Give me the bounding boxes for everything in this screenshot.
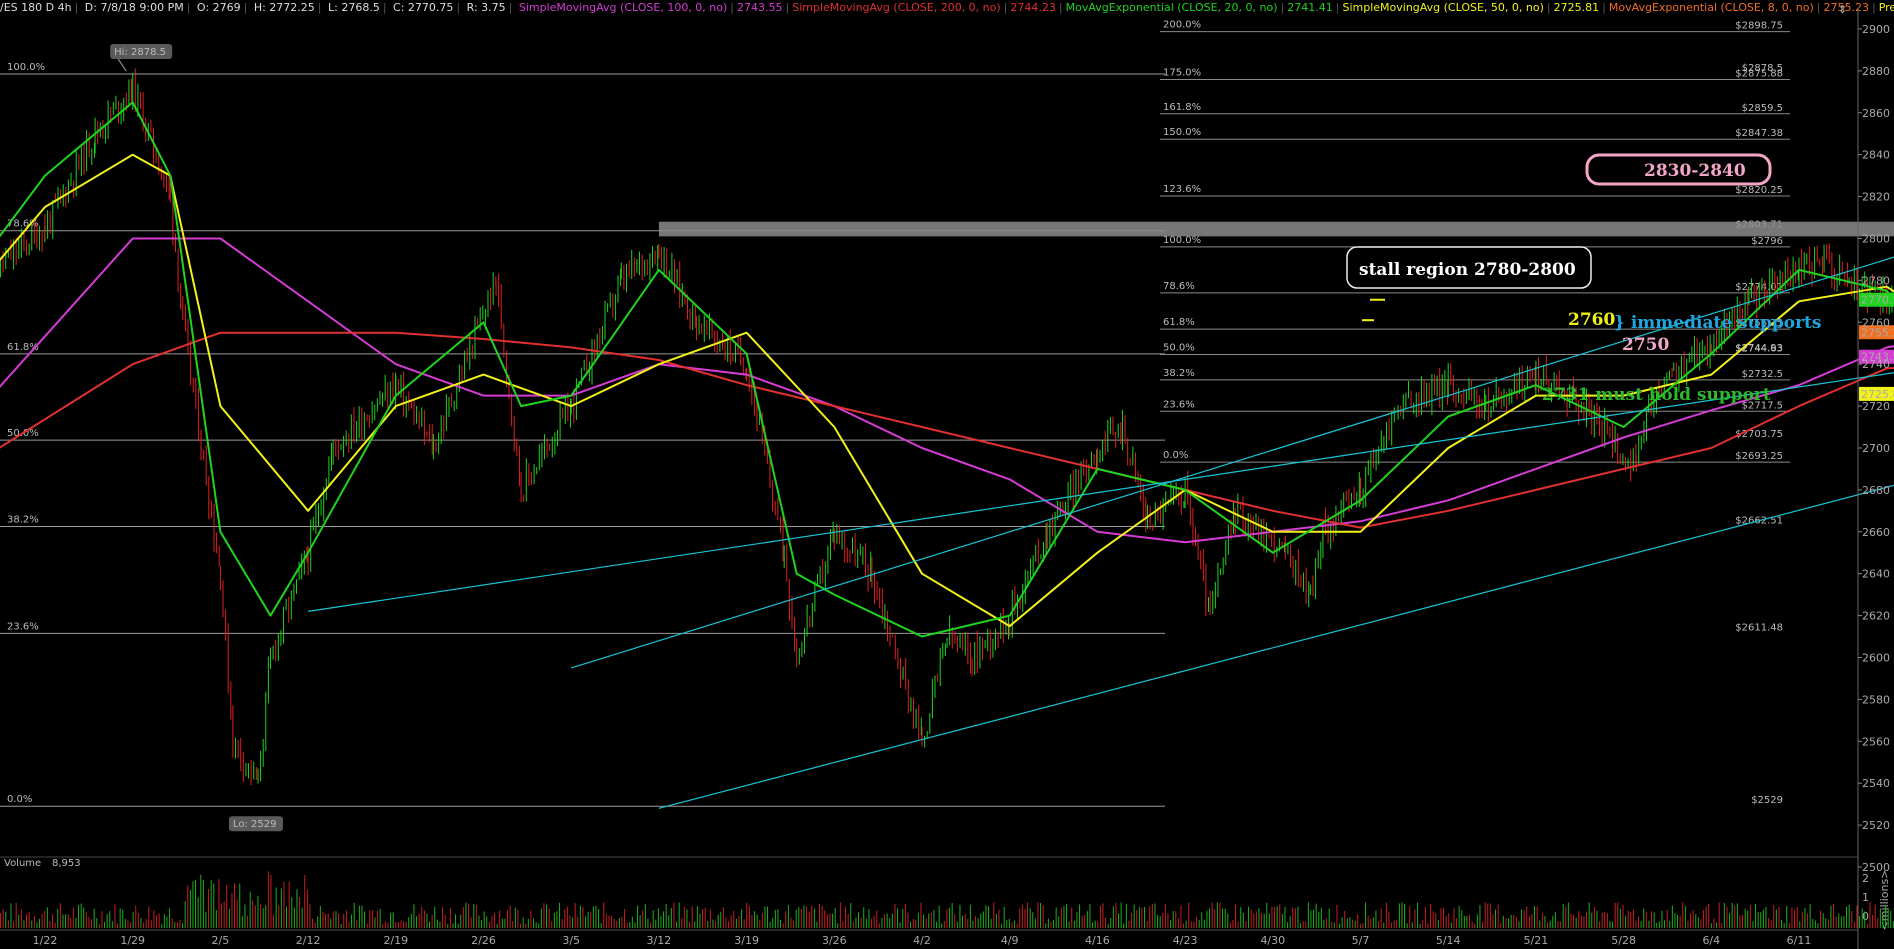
price-chart[interactable]: 100.0%78.6%61.8%50.0%38.2%23.6%0.0%200.0… bbox=[0, 0, 1894, 949]
x-tick-label: 5/7 bbox=[1352, 934, 1370, 947]
price-level-label: $2875.88 bbox=[1735, 68, 1783, 79]
fib-label: 0.0% bbox=[7, 794, 32, 805]
y-tick-label: 2860 bbox=[1862, 107, 1890, 120]
x-tick-label: 1/22 bbox=[33, 934, 58, 947]
y-tick-label: 2700 bbox=[1862, 442, 1890, 455]
x-tick-label: 2/19 bbox=[383, 934, 408, 947]
axis-toggle-icon: ⇕ bbox=[1838, 3, 1847, 16]
fib-label: 100.0% bbox=[1163, 235, 1201, 246]
x-tick-label: 4/9 bbox=[1001, 934, 1019, 947]
y-tick-label: 2500 bbox=[1862, 861, 1890, 874]
y-tick-label: 2820 bbox=[1862, 191, 1890, 204]
y-tick-label: 2640 bbox=[1862, 568, 1890, 581]
price-level-label: $2693.25 bbox=[1735, 451, 1783, 462]
fib-label: 175.0% bbox=[1163, 67, 1201, 78]
price-level-label: $2847.38 bbox=[1735, 128, 1783, 139]
fib-label: 0.0% bbox=[1163, 450, 1188, 461]
y-tick-label: 2580 bbox=[1862, 693, 1890, 706]
level-2750-label: 2750 bbox=[1622, 335, 1669, 355]
x-tick-label: 3/12 bbox=[647, 934, 672, 947]
x-tick-label: 3/5 bbox=[562, 934, 580, 947]
immediate-supports-label: } immediate supports bbox=[1614, 313, 1821, 333]
y-tick-label: 2660 bbox=[1862, 526, 1890, 539]
x-tick-label: 3/19 bbox=[734, 934, 759, 947]
price-level-label: $2611.48 bbox=[1735, 622, 1783, 633]
hi-label: Hi: 2878.5 bbox=[114, 47, 166, 58]
y-tick-label: 2780 bbox=[1862, 274, 1890, 287]
fib-label: 23.6% bbox=[1163, 399, 1195, 410]
x-tick-label: 2/5 bbox=[212, 934, 230, 947]
x-tick-label: 4/2 bbox=[913, 934, 931, 947]
x-tick-label: 3/26 bbox=[822, 934, 847, 947]
x-tick-label: 2/12 bbox=[296, 934, 321, 947]
y-tick-label: 2560 bbox=[1862, 735, 1890, 748]
price-level-label: $2859.5 bbox=[1742, 103, 1783, 114]
price-level-label: $2703.75 bbox=[1735, 429, 1783, 440]
fib-label: 23.6% bbox=[7, 621, 39, 632]
stall-region-label: stall region 2780-2800 bbox=[1359, 260, 1576, 280]
x-tick-label: 5/28 bbox=[1611, 934, 1636, 947]
channel-line bbox=[658, 484, 1894, 809]
fib-label: 123.6% bbox=[1163, 184, 1201, 195]
fib-label: 150.0% bbox=[1163, 127, 1201, 138]
y-tick-label: 2800 bbox=[1862, 232, 1890, 245]
volume-value: 8,953 bbox=[52, 858, 81, 869]
y-tick-label: 2540 bbox=[1862, 777, 1890, 790]
y-tick-label: 2520 bbox=[1862, 819, 1890, 832]
fib-label: 161.8% bbox=[1163, 102, 1201, 113]
price-level-label: $2820.25 bbox=[1735, 185, 1783, 196]
y-tick-label: 2600 bbox=[1862, 651, 1890, 664]
y-tick-label: 2620 bbox=[1862, 610, 1890, 623]
fib-label: 100.0% bbox=[7, 62, 45, 73]
y-tick-label: 2740 bbox=[1862, 358, 1890, 371]
price-badge-label: 2770.75 bbox=[1861, 294, 1894, 307]
x-tick-label: 2/26 bbox=[471, 934, 496, 947]
price-level-label: $2898.75 bbox=[1735, 21, 1783, 32]
fib-label: 38.2% bbox=[1163, 368, 1195, 379]
level-2760-label: 2760 bbox=[1568, 310, 1615, 330]
fib-label: 200.0% bbox=[1163, 20, 1201, 31]
y-tick-label: 2760 bbox=[1862, 316, 1890, 329]
x-tick-label: 4/30 bbox=[1260, 934, 1285, 947]
x-tick-label: 1/29 bbox=[120, 934, 145, 947]
y-tick-label: 2900 bbox=[1862, 23, 1890, 36]
fib-label: 50.0% bbox=[1163, 342, 1195, 353]
x-tick-label: 6/4 bbox=[1702, 934, 1720, 947]
x-tick-label: 5/21 bbox=[1524, 934, 1549, 947]
fib-label: 38.2% bbox=[7, 515, 39, 526]
price-level-label: $2529 bbox=[1751, 795, 1783, 806]
must-hold-label: 2731 must hold support bbox=[1542, 385, 1771, 405]
hi-pointer bbox=[117, 58, 127, 72]
price-level-label: $2796 bbox=[1751, 236, 1783, 247]
y-tick-label: 2680 bbox=[1862, 484, 1890, 497]
y-tick-label: 2880 bbox=[1862, 65, 1890, 78]
x-tick-label: 6/11 bbox=[1787, 934, 1812, 947]
x-tick-label: 4/23 bbox=[1173, 934, 1198, 947]
y-tick-label: 2720 bbox=[1862, 400, 1890, 413]
fib-label: 61.8% bbox=[1163, 317, 1195, 328]
resistance-zone bbox=[658, 221, 1894, 237]
volume-tick-label: 1 bbox=[1862, 891, 1869, 904]
price-badge-label: 2725.81 bbox=[1861, 388, 1894, 401]
volume-label: Volume bbox=[4, 858, 41, 869]
price-level-label: $2732.5 bbox=[1742, 369, 1783, 380]
fib-label: 78.6% bbox=[1163, 281, 1195, 292]
y-tick-label: 2840 bbox=[1862, 149, 1890, 162]
volume-tick-label: 0 bbox=[1862, 910, 1869, 923]
target-label: 2830-2840 bbox=[1644, 161, 1746, 181]
x-tick-label: 4/16 bbox=[1085, 934, 1110, 947]
lo-label: Lo: 2529 bbox=[233, 819, 277, 830]
x-tick-label: 5/14 bbox=[1436, 934, 1461, 947]
